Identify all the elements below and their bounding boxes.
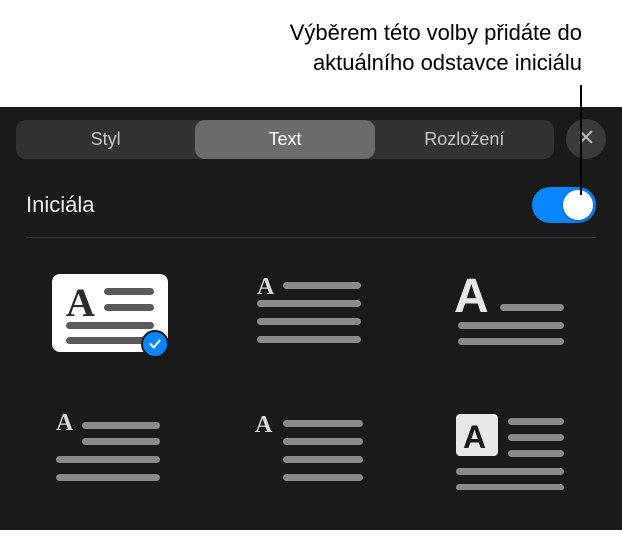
callout-pointer bbox=[0, 85, 622, 107]
segmented-control: Styl Text Rozložení bbox=[16, 120, 554, 159]
svg-text:A: A bbox=[66, 280, 95, 325]
dropcap-style-6[interactable]: A bbox=[447, 412, 578, 490]
selected-check-icon bbox=[141, 330, 169, 358]
svg-text:A: A bbox=[454, 274, 489, 323]
svg-text:A: A bbox=[257, 274, 275, 300]
toggle-knob bbox=[563, 190, 593, 220]
dropcap-style-3[interactable]: A bbox=[447, 274, 578, 352]
svg-text:A: A bbox=[463, 419, 486, 455]
dropcap-row: Iniciála bbox=[26, 187, 596, 238]
tabs-row: Styl Text Rozložení bbox=[0, 119, 622, 159]
close-button[interactable] bbox=[566, 119, 606, 159]
tab-text[interactable]: Text bbox=[195, 120, 374, 159]
dropcap-toggle[interactable] bbox=[532, 187, 596, 223]
dropcap-section: Iniciála A bbox=[0, 159, 622, 490]
dropcap-style-4[interactable]: A bbox=[44, 412, 175, 490]
dropcap-style-1[interactable]: A bbox=[44, 274, 175, 352]
dropcap-style-5[interactable]: A bbox=[245, 412, 376, 490]
tab-rozlozeni[interactable]: Rozložení bbox=[375, 120, 554, 159]
callout-line1: Výběrem této volby přidáte do bbox=[0, 18, 582, 48]
svg-text:A: A bbox=[56, 412, 74, 436]
tab-styl[interactable]: Styl bbox=[16, 120, 195, 159]
dropcap-styles-grid: A A bbox=[26, 238, 596, 490]
dropcap-style-2[interactable]: A bbox=[245, 274, 376, 352]
callout-line2: aktuálního odstavce iniciálu bbox=[0, 48, 582, 78]
svg-text:A: A bbox=[255, 412, 273, 438]
format-panel: Styl Text Rozložení Iniciála A bbox=[0, 107, 622, 530]
callout-text: Výběrem této volby přidáte do aktuálního… bbox=[0, 0, 622, 85]
dropcap-label: Iniciála bbox=[26, 192, 94, 218]
